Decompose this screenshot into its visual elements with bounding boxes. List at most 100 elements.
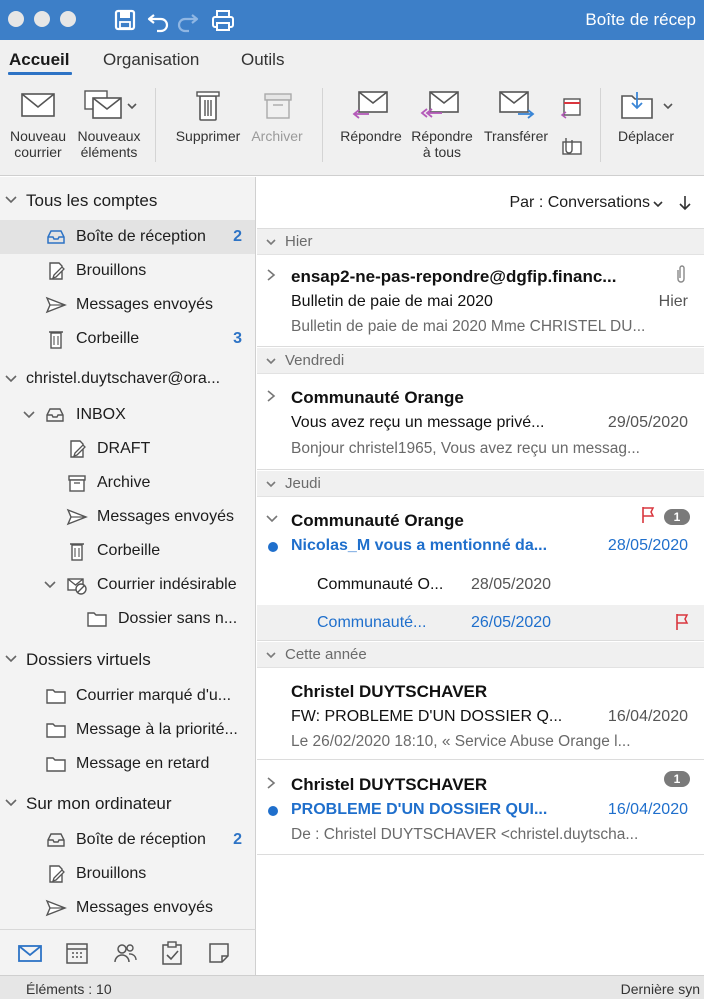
folder-smart-flagged[interactable]: Courrier marqué d'u... [0,679,255,713]
sort-label: Par : Conversations [509,194,650,211]
thread-count-badge: 1 [664,509,690,525]
chevron-down-icon[interactable] [4,372,18,386]
folder-all-sent[interactable]: Messages envoyés [0,288,255,322]
folder-label: DRAFT [97,440,151,457]
calendar-icon[interactable] [64,940,90,966]
new-mail-label: Nouveau courrier [9,128,67,160]
message-date: Hier [658,293,688,310]
minimize-window-button[interactable] [34,11,50,27]
folder-local-inbox[interactable]: Boîte de réception 2 [0,823,255,857]
group-header[interactable]: Hier [257,229,704,255]
archive-icon [264,93,292,119]
paperclip-icon [677,265,685,283]
folder-local-drafts[interactable]: Brouillons [0,857,255,891]
print-icon[interactable] [210,7,236,33]
sort-direction-icon[interactable] [678,194,692,212]
chevron-down-icon[interactable] [43,578,57,592]
chevron-down-icon[interactable] [4,796,18,810]
chevron-down-icon[interactable] [265,355,277,367]
thread-message[interactable]: Communauté O... 28/05/2020 [257,567,704,603]
folder-sent[interactable]: Messages envoyés [0,500,255,534]
folder-group-account[interactable]: christel.duytschaver@ora... [0,362,255,396]
folder-archive[interactable]: Archive [0,466,255,500]
undo-icon[interactable] [145,7,171,33]
close-window-button[interactable] [8,11,24,27]
message-item[interactable]: Christel DUYTSCHAVER FW: PROBLEME D'UN D… [257,668,704,760]
folder-local-sent[interactable]: Messages envoyés [0,891,255,925]
group-label: Hier [285,233,313,250]
forward-button[interactable]: Transférer [480,88,552,144]
folder-all-inbox[interactable]: Boîte de réception 2 [0,220,255,254]
tab-organisation[interactable]: Organisation [103,50,199,70]
ribbon-separator [322,88,323,162]
message-date: 16/04/2020 [607,801,688,818]
message-subject: PROBLEME D'UN DOSSIER QUI... [291,801,548,818]
folder-group-on-computer[interactable]: Sur mon ordinateur [0,786,255,820]
folder-inbox[interactable]: INBOX [0,398,255,432]
chevron-down-icon[interactable] [22,408,36,422]
folder-trash[interactable]: Corbeille [0,534,255,568]
chevron-down-icon[interactable] [265,513,279,525]
message-item[interactable]: Communauté Orange Vous avez reçu un mess… [257,374,704,470]
sync-status: Dernière syn [620,981,700,997]
chevron-down-icon[interactable] [265,236,277,248]
notes-icon[interactable] [206,940,232,966]
meeting-reply-icon[interactable] [558,94,584,120]
folder-junk[interactable]: Courrier indésirable [0,568,255,602]
reply-all-icon [420,91,459,118]
group-header[interactable]: Cette année [257,642,704,668]
folder-smart-priority[interactable]: Message à la priorité... [0,713,255,747]
folder-icon [87,612,107,627]
delete-button[interactable]: Supprimer [172,88,244,144]
thread-message[interactable]: Communauté... 26/05/2020 [257,605,704,641]
message-date: 16/04/2020 [607,708,688,725]
chevron-down-icon[interactable] [265,478,277,490]
folder-all-drafts[interactable]: Brouillons [0,254,255,288]
new-mail-button[interactable]: Nouveau courrier [6,88,70,160]
sent-icon [45,296,67,314]
mail-icon[interactable] [17,940,43,966]
folder-smart-overdue[interactable]: Message en retard [0,747,255,781]
tab-outils[interactable]: Outils [241,50,284,70]
reply-button[interactable]: Répondre [336,88,406,144]
folder-label: Messages envoyés [97,508,234,525]
folder-all-trash[interactable]: Corbeille 3 [0,322,255,356]
group-header[interactable]: Vendredi [257,348,704,374]
sent-icon [66,508,88,526]
delete-label: Supprimer [175,128,241,144]
flag-icon[interactable] [674,613,690,631]
outlook-window: Boîte de récep Accueil Organisation Outi… [0,0,704,999]
chevron-down-icon[interactable] [265,649,277,661]
sort-dropdown[interactable]: Par : Conversations [509,194,650,212]
new-items-button[interactable]: Nouveaux éléments [76,88,142,160]
attachment-reply-icon[interactable] [558,134,584,160]
envelope-icon [21,93,55,117]
reply-label: Répondre [340,128,402,144]
chevron-right-icon[interactable] [265,389,277,403]
draft-icon [70,440,86,458]
thread-date: 28/05/2020 [471,576,552,593]
chevron-down-icon[interactable] [4,652,18,666]
message-item[interactable]: Communauté Orange 1 Nicolas_M vous a men… [257,497,704,567]
folder-draft[interactable]: DRAFT [0,432,255,466]
move-button[interactable]: Déplacer [612,88,680,144]
sent-icon [45,899,67,917]
save-icon[interactable] [112,7,138,33]
group-header[interactable]: Jeudi [257,471,704,497]
zoom-window-button[interactable] [60,11,76,27]
flag-icon[interactable] [640,506,656,524]
people-icon[interactable] [112,940,138,966]
folder-untitled[interactable]: Dossier sans n... [0,602,255,636]
message-subject: Bulletin de paie de mai 2020 [291,293,493,310]
chevron-right-icon[interactable] [265,268,277,282]
folder-group-smart[interactable]: Dossiers virtuels [0,642,255,676]
folder-group-all-accounts[interactable]: Tous les comptes [0,183,255,217]
message-item[interactable]: Christel DUYTSCHAVER 1 PROBLEME D'UN DOS… [257,761,704,855]
tab-accueil[interactable]: Accueil [9,50,69,70]
reply-all-button[interactable]: Répondre à tous [408,88,476,160]
tasks-icon[interactable] [159,940,185,966]
message-item[interactable]: ensap2-ne-pas-repondre@dgfip.financ... B… [257,255,704,347]
chevron-down-icon[interactable] [652,198,664,210]
chevron-down-icon[interactable] [4,193,18,207]
chevron-right-icon[interactable] [265,776,277,790]
